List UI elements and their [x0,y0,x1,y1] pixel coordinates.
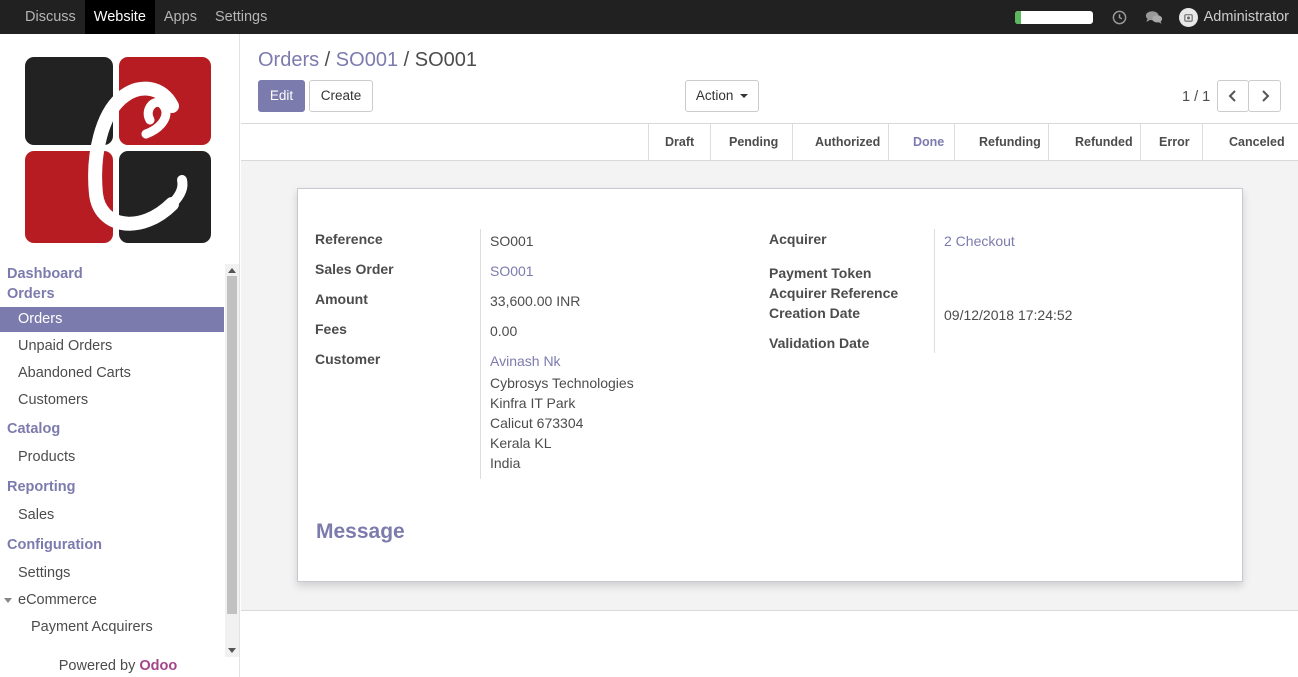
status-step-canceled[interactable]: Canceled [1202,124,1298,160]
sidebar-item-orders[interactable]: Orders [0,307,224,332]
onboarding-progress-bar[interactable] [1014,10,1093,24]
sidebar-item-unpaid-orders[interactable]: Unpaid Orders [0,334,224,359]
action-dropdown-button[interactable]: Action [685,80,759,112]
value-creation-date: 09/12/2018 17:24:52 [944,307,1073,323]
label-amount: Amount [315,291,368,307]
label-sales-order: Sales Order [315,261,394,277]
value-customer-link[interactable]: Avinash Nk [490,353,561,369]
status-step-refunding[interactable]: Refunding [954,124,1048,160]
value-amount: 33,600.00 INR [490,293,580,309]
user-menu[interactable]: Administrator [1178,7,1289,27]
label-reference: Reference [315,231,383,247]
form-sheet: Reference Sales Order Amount Fees Custom… [297,188,1243,582]
chevron-left-icon [1228,90,1236,103]
sidebar-item-sales[interactable]: Sales [0,503,224,528]
breadcrumb: Orders / SO001 / SO001 [258,49,477,72]
value-reference: SO001 [490,233,534,249]
action-button-label: Action [695,88,734,103]
edit-button[interactable]: Edit [258,80,305,112]
breadcrumb-orders[interactable]: Orders [258,49,319,71]
scrollbar-thumb[interactable] [227,276,237,614]
sidebar-item-ecommerce[interactable]: eCommerce [0,588,224,613]
status-step-done[interactable]: Done [888,124,954,160]
sidebar-section-dashboard[interactable]: Dashboard [0,264,224,284]
top-menu-apps[interactable]: Apps [155,0,206,34]
message-section-title: Message [316,520,405,543]
user-avatar-icon [1178,7,1198,27]
caret-down-icon [740,94,749,99]
status-step-error[interactable]: Error [1140,124,1202,160]
top-right-area: Administrator [1014,0,1289,34]
powered-by: Powered by Odoo [0,658,236,674]
sidebar-item-abandoned-carts[interactable]: Abandoned Carts [0,361,224,386]
sidebar-section-configuration[interactable]: Configuration [0,535,224,555]
user-name: Administrator [1203,9,1289,25]
label-acquirer: Acquirer [769,231,827,247]
chat-icon[interactable] [1145,8,1163,26]
top-menu-website[interactable]: Website [84,0,155,34]
field-divider [934,229,935,353]
odoo-link[interactable]: Odoo [139,658,177,674]
breadcrumb-separator: / [398,49,415,71]
address-line: Calicut 673304 [490,415,584,431]
label-creation-date: Creation Date [769,305,861,321]
breadcrumb-separator: / [319,49,336,71]
status-bar: Draft Pending Authorized Done Refunding … [241,124,1298,161]
status-step-pending[interactable]: Pending [710,124,792,160]
status-step-draft[interactable]: Draft [648,124,710,160]
label-customer: Customer [315,351,381,367]
address-line: Cybrosys Technologies [490,375,634,391]
value-fees: 0.00 [490,323,518,339]
label-validation-date: Validation Date [769,335,870,351]
scroll-up-arrow-icon[interactable] [228,268,236,273]
top-menu: Discuss Website Apps Settings [16,0,276,34]
breadcrumb-so[interactable]: SO001 [336,49,398,71]
sidebar-scrollbar[interactable] [225,264,239,657]
sidebar-section-reporting[interactable]: Reporting [0,477,224,497]
caret-down-icon [4,597,12,603]
pager-next-button[interactable] [1248,80,1281,112]
pager-value[interactable]: 1 / 1 [1182,89,1210,105]
amount-currency: INR [556,293,581,309]
sidebar-section-orders[interactable]: Orders [0,284,224,304]
value-sales-order-link[interactable]: SO001 [490,263,534,279]
powered-by-text: Powered by [58,658,136,674]
sidebar-item-customers[interactable]: Customers [0,388,224,413]
pager-previous-button[interactable] [1217,80,1249,112]
sidebar-menu: Dashboard Orders Orders Unpaid Orders Ab… [0,264,224,642]
address-line: Kinfra IT Park [490,395,576,411]
main-content: Orders / SO001 / SO001 Edit Create Actio… [241,34,1298,677]
address-line: India [490,455,521,471]
form-sheet-background: Reference Sales Order Amount Fees Custom… [241,161,1298,611]
sidebar-item-products[interactable]: Products [0,445,224,470]
top-menu-discuss[interactable]: Discuss [16,0,85,34]
status-step-refunded[interactable]: Refunded [1048,124,1140,160]
progress-fill [1014,10,1021,24]
create-button[interactable]: Create [309,80,373,112]
sidebar: Dashboard Orders Orders Unpaid Orders Ab… [0,34,240,677]
sidebar-section-catalog[interactable]: Catalog [0,419,224,439]
sidebar-item-payment-acquirers[interactable]: Payment Acquirers [0,615,224,640]
address-line: Kerala KL [490,435,552,451]
company-logo [22,54,214,246]
field-divider [480,229,481,479]
scroll-down-arrow-icon[interactable] [228,648,236,653]
status-step-authorized[interactable]: Authorized [792,124,888,160]
top-navbar: Discuss Website Apps Settings Administra… [0,0,1298,34]
control-panel: Orders / SO001 / SO001 Edit Create Actio… [241,34,1298,124]
status-steps: Draft Pending Authorized Done Refunding … [648,124,1298,160]
top-menu-settings[interactable]: Settings [206,0,276,34]
customer-address: Cybrosys Technologies Kinfra IT Park Cal… [490,373,634,473]
chevron-right-icon [1261,90,1269,103]
clock-icon[interactable] [1111,8,1129,26]
breadcrumb-current: SO001 [414,49,477,71]
value-acquirer-link[interactable]: 2 Checkout [944,233,1015,249]
label-fees: Fees [315,321,347,337]
label-acquirer-reference: Acquirer Reference [769,285,899,301]
sidebar-item-settings[interactable]: Settings [0,561,224,586]
sidebar-item-ecommerce-label: eCommerce [18,592,97,608]
amount-number: 33,600.00 [490,293,553,309]
label-payment-token: Payment Token [769,265,872,281]
